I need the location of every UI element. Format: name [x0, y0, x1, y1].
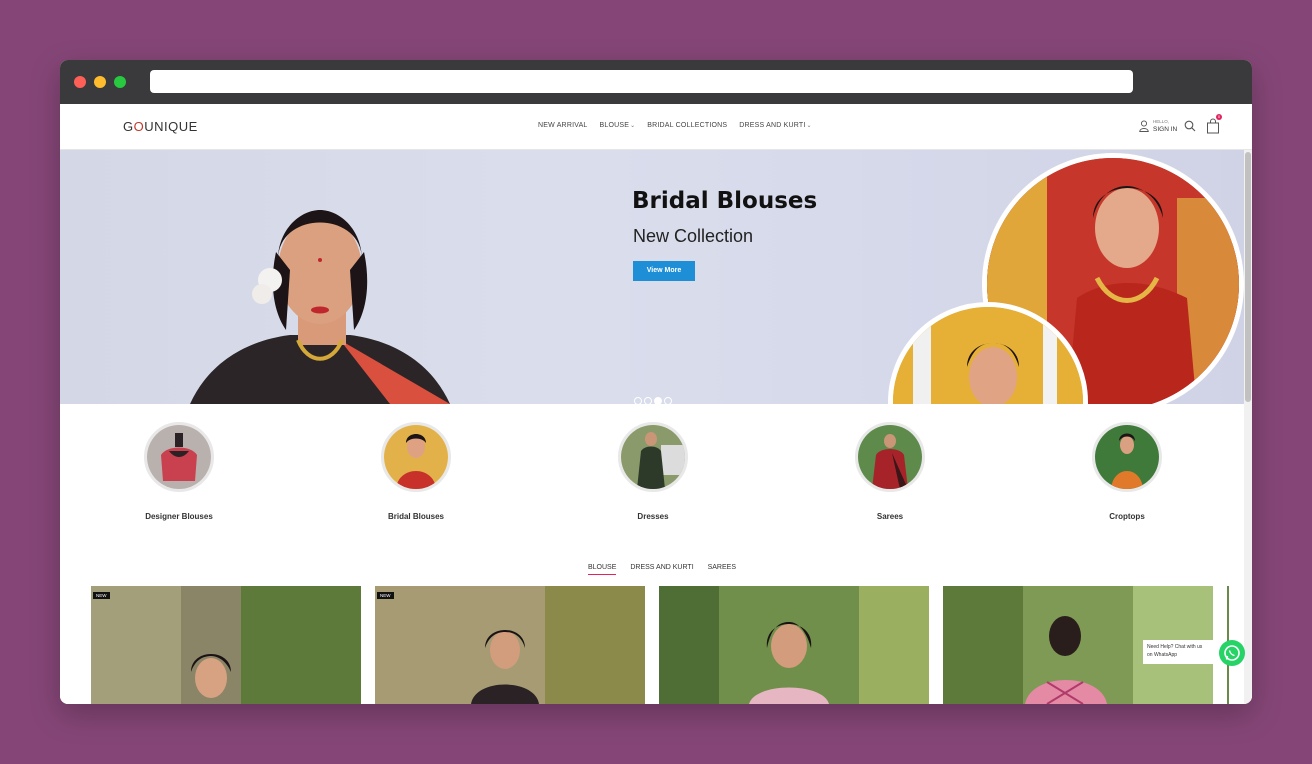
- logo-initial: G: [123, 119, 134, 134]
- category-thumb: [144, 422, 214, 492]
- hero-banner: Bridal Blouses New Collection View More: [60, 150, 1244, 404]
- category-thumb: [1092, 422, 1162, 492]
- chevron-down-icon: ⌄: [806, 123, 812, 129]
- category-sarees[interactable]: Sarees: [815, 422, 965, 521]
- view-more-button[interactable]: View More: [633, 261, 695, 281]
- model-photo: [190, 210, 450, 404]
- croptops-thumb: [1095, 425, 1159, 489]
- nav-item-dress-and-kurti[interactable]: DRESS AND KURTI⌄: [739, 122, 812, 129]
- category-dresses[interactable]: Dresses: [578, 422, 728, 521]
- carousel-dot-2[interactable]: [644, 397, 652, 404]
- nav-item-bridal-collections[interactable]: BRIDAL COLLECTIONS: [647, 122, 727, 129]
- hero-title: Bridal Blouses: [632, 188, 818, 214]
- carousel-dot-1[interactable]: [634, 397, 642, 404]
- category-label: Bridal Blouses: [387, 512, 444, 521]
- product-image: [375, 586, 645, 704]
- web-page: GOUNIQUE NEW ARRIVAL BLOUSE⌄ BRIDAL COLL…: [60, 104, 1252, 704]
- hello-text: HELLO,: [1153, 119, 1170, 124]
- chat-line-2: on WhatsApp: [1147, 652, 1178, 658]
- sarees-thumb: [858, 425, 922, 489]
- category-thumb: [381, 422, 451, 492]
- product-grid: NEW NEW: [91, 586, 1231, 704]
- browser-window: GOUNIQUE NEW ARRIVAL BLOUSE⌄ BRIDAL COLL…: [60, 60, 1252, 704]
- category-label: Croptops: [1109, 512, 1145, 521]
- close-window-button[interactable]: [74, 76, 86, 88]
- search-icon[interactable]: [1184, 120, 1196, 132]
- site-logo[interactable]: GOUNIQUE: [123, 119, 198, 134]
- shopping-bag-icon[interactable]: [1206, 118, 1220, 134]
- browser-chrome: [60, 60, 1252, 104]
- minimize-window-button[interactable]: [94, 76, 106, 88]
- dresses-thumb: [621, 425, 685, 489]
- category-label: Sarees: [876, 512, 904, 521]
- main-nav: NEW ARRIVAL BLOUSE⌄ BRIDAL COLLECTIONS D…: [538, 122, 822, 129]
- site-header: GOUNIQUE NEW ARRIVAL BLOUSE⌄ BRIDAL COLL…: [60, 104, 1252, 150]
- category-label: Designer Blouses: [145, 512, 213, 521]
- scrollbar-thumb[interactable]: [1245, 152, 1251, 402]
- product-card[interactable]: NEW: [375, 586, 645, 704]
- nav-item-blouse-label: BLOUSE: [599, 122, 630, 129]
- chevron-down-icon: ⌄: [630, 123, 636, 129]
- designer-blouse-thumb: [147, 425, 211, 489]
- product-tabs: BLOUSE DRESS AND KURTI SAREES: [588, 564, 748, 575]
- category-thumb: [855, 422, 925, 492]
- tab-dress-and-kurti[interactable]: DRESS AND KURTI: [630, 564, 693, 571]
- chat-line-1: Need Help? Chat with us: [1147, 644, 1203, 650]
- carousel-indicators: [634, 392, 674, 404]
- carousel-dot-4[interactable]: [664, 397, 672, 404]
- address-bar[interactable]: [150, 70, 1133, 93]
- nav-item-new-arrival[interactable]: NEW ARRIVAL: [538, 122, 588, 129]
- category-thumb: [618, 422, 688, 492]
- cart-count-badge: 0: [1216, 114, 1222, 120]
- new-badge: NEW: [377, 592, 394, 599]
- sign-in-link[interactable]: SIGN IN: [1153, 126, 1177, 133]
- tab-sarees[interactable]: SAREES: [708, 564, 736, 571]
- logo-rest: UNIQUE: [144, 119, 198, 134]
- maximize-window-button[interactable]: [114, 76, 126, 88]
- category-label: Dresses: [637, 512, 669, 521]
- product-card[interactable]: [659, 586, 929, 704]
- carousel-dot-3[interactable]: [654, 397, 662, 404]
- new-badge: NEW: [93, 592, 110, 599]
- category-designer-blouses[interactable]: Designer Blouses: [104, 422, 254, 521]
- user-icon: [1139, 120, 1149, 132]
- logo-heart-o: O: [133, 119, 145, 134]
- whatsapp-icon: [1224, 645, 1240, 661]
- nav-item-blouse[interactable]: BLOUSE⌄: [599, 122, 635, 129]
- hero-subtitle: New Collection: [633, 226, 754, 246]
- whatsapp-chat-label[interactable]: Need Help? Chat with us on WhatsApp: [1143, 640, 1213, 664]
- product-image: [659, 586, 929, 704]
- category-bridal-blouses[interactable]: Bridal Blouses: [341, 422, 491, 521]
- category-croptops[interactable]: Croptops: [1052, 422, 1202, 521]
- bridal-blouse-thumb: [384, 425, 448, 489]
- product-card[interactable]: NEW: [91, 586, 361, 704]
- account-link[interactable]: HELLO, SIGN IN: [1139, 118, 1179, 136]
- product-image: [91, 586, 361, 704]
- whatsapp-button[interactable]: [1219, 640, 1245, 666]
- category-list: Designer Blouses Bridal Blouses Dresses …: [60, 422, 1244, 542]
- tab-blouse[interactable]: BLOUSE: [588, 564, 617, 575]
- nav-item-dress-label: DRESS AND KURTI: [739, 122, 806, 129]
